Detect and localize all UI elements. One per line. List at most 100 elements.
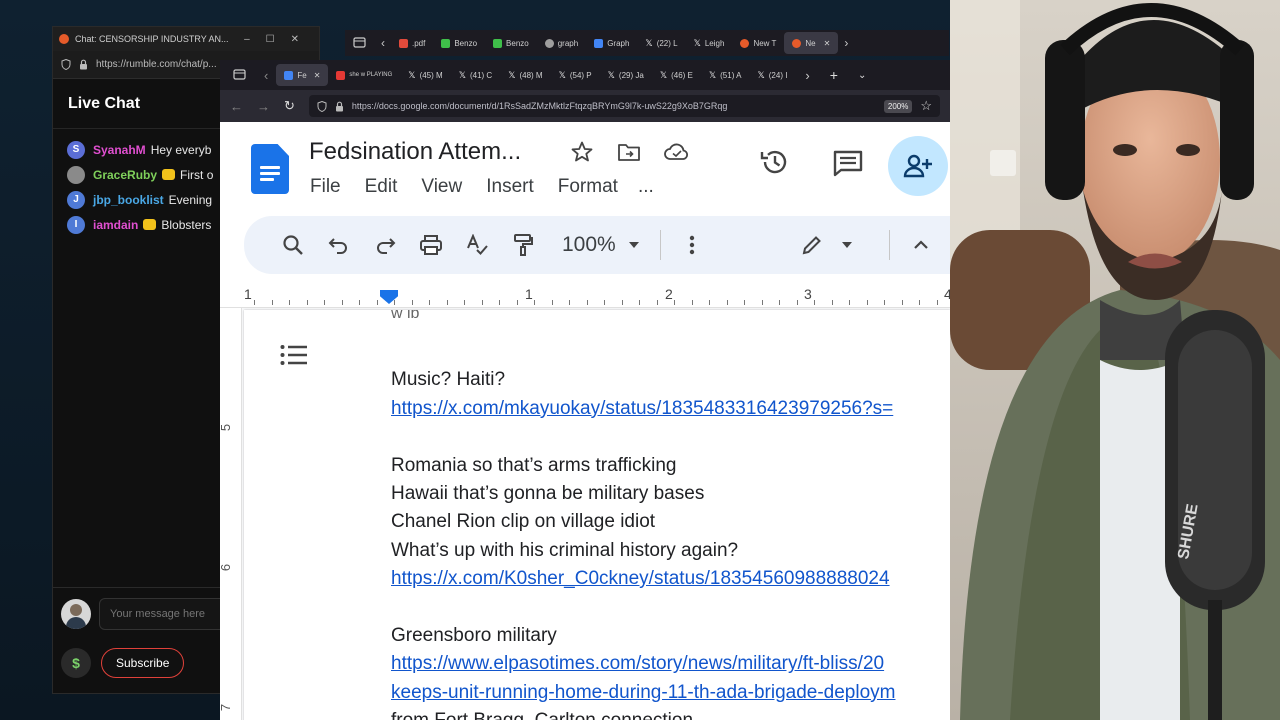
star-icon[interactable] [570,140,594,164]
ruler-number: 6 [220,564,233,571]
x-logo-icon: 𝕏 [558,69,566,80]
menu-file[interactable]: File [310,176,341,198]
browser-tab[interactable]: 𝕏 (46) E [652,64,701,86]
ruler-tick [324,300,325,305]
ruler-tick [919,300,920,305]
maximize-button[interactable]: ☐ [266,34,275,45]
url-bar[interactable]: https://docs.google.com/document/d/1RsSa… [308,95,940,117]
subscribe-button[interactable]: Subscribe [101,648,185,678]
close-tab-icon[interactable]: ✕ [824,39,831,48]
x-logo-icon: 𝕏 [458,69,466,80]
docs-header: Fedsination Attem... File Edit View Inse… [220,122,950,214]
partially-visible-text: w ib [391,310,420,322]
tab-overview-icon[interactable] [345,36,375,50]
menu-edit[interactable]: Edit [365,176,398,198]
zoom-level-badge[interactable]: 200% [883,99,913,113]
browser-tab[interactable]: graph [537,32,586,54]
browser-tab[interactable]: 𝕏 (45) M [400,64,450,86]
google-docs-logo-icon[interactable] [251,144,289,194]
horizontal-ruler[interactable]: 1 1 2 3 4 [220,282,950,308]
menu-insert[interactable]: Insert [486,176,534,198]
chat-username[interactable]: SyanahM [93,143,146,157]
bookmark-star-icon[interactable]: ☆ [920,98,932,114]
desktop: Chat: CENSORSHIP INDUSTRY AN... – ☐ ✕ ht… [0,0,1280,720]
browser-tab[interactable]: 𝕏 (22) L [637,32,685,54]
browser-tab[interactable]: 𝕏 (54) P [551,64,600,86]
close-tab-icon[interactable]: ✕ [314,71,321,80]
editing-mode-dropdown-icon[interactable] [835,225,859,265]
user-avatar: J [67,190,85,209]
reload-icon[interactable]: ↻ [284,98,295,114]
undo-icon[interactable] [316,225,362,265]
rant-dollar-button[interactable]: $ [61,648,91,678]
search-menus-icon[interactable] [270,225,316,265]
vertical-ruler[interactable]: 5 6 7 [220,308,242,720]
browser-tab[interactable]: 𝕏 (29) Ja [600,64,652,86]
tab-list-chevron-down-icon[interactable]: ⌄ [848,70,876,81]
version-history-icon[interactable] [759,146,791,178]
chevron-left-icon[interactable]: ‹ [375,36,391,50]
browser-tab[interactable]: 𝕏 (51) A [701,64,750,86]
editing-mode-pencil-icon[interactable] [789,225,835,265]
browser-tab[interactable]: Graph [586,32,637,54]
chat-username[interactable]: jbp_booklist [93,193,164,207]
x-logo-icon: 𝕏 [757,69,765,80]
chat-username[interactable]: iamdain [93,218,138,232]
spellcheck-icon[interactable] [454,225,500,265]
browser-tab[interactable]: Benzo [485,32,537,54]
user-avatar: I [67,215,85,234]
chevron-right-icon[interactable]: › [838,36,854,50]
menu-format[interactable]: Format [558,176,618,198]
document-title[interactable]: Fedsination Attem... [309,138,521,166]
hyperlink[interactable]: https://www.elpasotimes.com/story/news/m… [391,650,950,678]
document-page[interactable]: w ib Music? Haiti? https://x.com/mkayuoka… [244,310,950,720]
avatar[interactable] [61,599,91,629]
browser-tab-active[interactable]: Fe ✕ [276,64,329,86]
zoom-select-value[interactable]: 100% [562,233,616,257]
browser-tab[interactable]: 𝕏 (41) C [451,64,501,86]
document-body[interactable]: w ib Music? Haiti? https://x.com/mkayuoka… [391,310,950,720]
tab-label: (24) I [768,70,788,80]
cloud-saved-icon[interactable] [663,142,691,162]
share-button[interactable] [888,136,948,196]
chat-message-input[interactable] [99,598,229,630]
browser-tab-active[interactable]: Ne ✕ [784,32,839,54]
browser-tab[interactable]: Benzo [433,32,485,54]
forward-arrow-icon[interactable]: → [257,99,270,114]
hyperlink[interactable]: keeps-unit-running-home-during-11-th-ada… [391,679,950,707]
document-outline-icon[interactable] [280,344,308,371]
more-options-icon[interactable] [669,225,715,265]
browser-tab[interactable]: .pdf [391,32,433,54]
tab-label: (45) M [419,70,443,80]
browser-tab[interactable]: 𝕏 (24) I [749,64,795,86]
new-tab-icon[interactable]: + [820,67,848,83]
tab-label: Leigh [704,38,725,48]
redo-icon[interactable] [362,225,408,265]
browser-tab[interactable]: she w PLAYING [328,64,400,86]
document-canvas: 5 6 7 w ib Music? Haiti? https://x.com/mk… [220,308,950,720]
comments-icon[interactable] [832,149,864,177]
browser-tab[interactable]: 𝕏 (48) M [500,64,550,86]
hyperlink[interactable]: https://x.com/K0sher_C0ckney/status/1835… [391,565,950,593]
move-folder-icon[interactable] [617,142,641,162]
hide-menus-chevron-up-icon[interactable] [898,225,944,265]
lock-icon [80,59,87,70]
print-icon[interactable] [408,225,454,265]
browser-tab[interactable]: New T [732,32,784,54]
chevron-right-icon[interactable]: › [795,68,819,83]
chevron-left-icon[interactable]: ‹ [256,68,276,83]
chat-username[interactable]: GraceRuby [93,168,157,182]
minimize-button[interactable]: – [244,34,250,45]
menu-more[interactable]: ... [638,176,654,198]
close-button[interactable]: ✕ [291,34,299,45]
browser-tab[interactable]: 𝕏 Leigh [686,32,733,54]
paint-format-icon[interactable] [500,225,546,265]
x-logo-icon: 𝕏 [408,69,416,80]
indent-marker-icon[interactable] [380,290,398,304]
zoom-dropdown-icon[interactable] [616,225,652,265]
back-arrow-icon[interactable]: ← [230,99,243,114]
menu-view[interactable]: View [421,176,462,198]
tab-overview-icon[interactable] [220,68,256,82]
hyperlink[interactable]: https://x.com/mkayuokay/status/183548331… [391,395,950,423]
